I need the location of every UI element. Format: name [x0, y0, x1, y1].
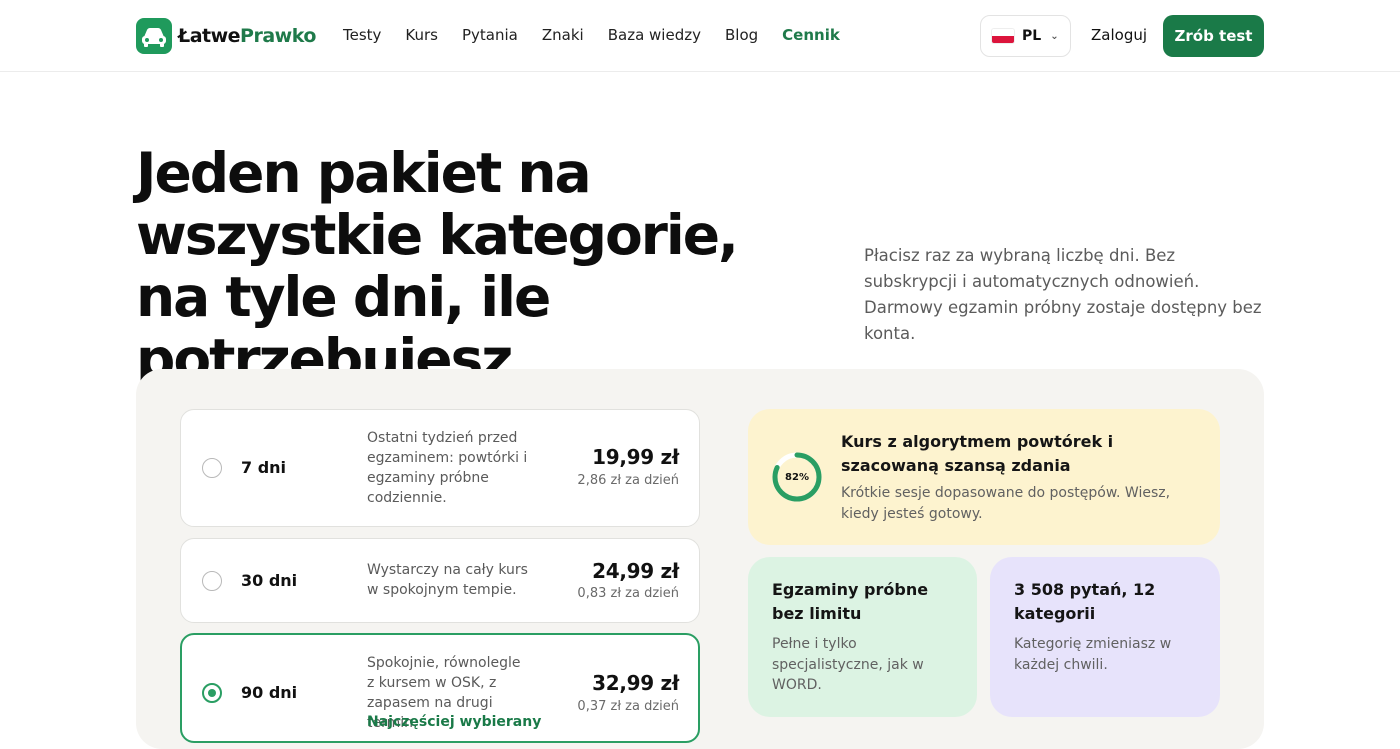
- plan-price-per-day: 0,37 zł za dzień: [577, 699, 679, 714]
- nav-item-blog[interactable]: Blog: [725, 26, 758, 44]
- poland-flag-icon: [992, 29, 1014, 43]
- site-header: ŁatwePrawko Testy Kurs Pytania Znaki Baz…: [0, 0, 1400, 72]
- progress-ring-label: 82%: [785, 471, 809, 483]
- take-test-button[interactable]: Zrób test: [1163, 15, 1264, 57]
- nav-item-kurs[interactable]: Kurs: [405, 26, 438, 44]
- nav-item-cennik[interactable]: Cennik: [782, 26, 840, 44]
- plan-name: 90 dni: [241, 683, 298, 702]
- feature-text: Kategorię zmieniasz w każdej chwili.: [1014, 636, 1172, 673]
- plan-option-30-days[interactable]: 30 dni Wystarczy na cały kurs w spokojny…: [180, 538, 700, 623]
- plan-radio[interactable]: [202, 571, 222, 591]
- plan-description: Ostatni tydzień przed egzaminem: powtórk…: [367, 430, 528, 506]
- feature-title: Kurs z algorytmem powtórek i szacowaną s…: [841, 432, 1114, 475]
- chevron-down-icon: ⌄: [1050, 30, 1059, 42]
- language-code: PL: [1022, 28, 1042, 44]
- nav-item-baza-wiedzy[interactable]: Baza wiedzy: [608, 26, 701, 44]
- main-nav: Testy Kurs Pytania Znaki Baza wiedzy Blo…: [343, 26, 840, 44]
- brand-name: ŁatwePrawko: [178, 25, 316, 47]
- plan-badge: Najczęściej wybierany: [367, 714, 542, 730]
- plan-description: Wystarczy na cały kurs w spokojnym tempi…: [367, 562, 528, 598]
- brand-name-part1: Łatwe: [178, 25, 241, 47]
- nav-item-pytania[interactable]: Pytania: [462, 26, 518, 44]
- plan-name: 30 dni: [241, 571, 298, 590]
- plan-radio[interactable]: [202, 458, 222, 478]
- plan-radio-selected[interactable]: [202, 683, 222, 703]
- language-selector[interactable]: PL ⌄: [980, 15, 1071, 57]
- logo[interactable]: ŁatwePrawko: [136, 18, 316, 54]
- nav-item-testy[interactable]: Testy: [343, 26, 381, 44]
- plan-price: 19,99 zł: [592, 445, 679, 469]
- plan-option-90-days[interactable]: 90 dni Spokojnie, równolegle z kursem w …: [180, 633, 700, 743]
- feature-text: Krótkie sesje dopasowane do postępów. Wi…: [841, 485, 1171, 522]
- brand-name-part2: Prawko: [240, 25, 316, 47]
- plan-price-per-day: 2,86 zł za dzień: [577, 473, 679, 488]
- plan-name: 7 dni: [241, 458, 287, 477]
- plan-price: 24,99 zł: [592, 559, 679, 583]
- plan-price: 32,99 zł: [592, 671, 679, 695]
- plan-option-7-days[interactable]: 7 dni Ostatni tydzień przed egzaminem: p…: [180, 409, 700, 527]
- plan-price-per-day: 0,83 zł za dzień: [577, 586, 679, 601]
- page-subtitle: Płacisz raz za wybraną liczbę dni. Bez s…: [864, 246, 1262, 343]
- page-title: Jeden pakiet na wszystkie kategorie, na …: [136, 141, 739, 391]
- feature-title: 3 508 pytań, 12 kategorii: [1014, 580, 1156, 623]
- login-link[interactable]: Zaloguj: [1091, 26, 1147, 44]
- feature-title: Egzaminy próbne bez limitu: [772, 580, 929, 623]
- nav-item-znaki[interactable]: Znaki: [542, 26, 584, 44]
- car-icon: [136, 18, 172, 54]
- feature-text: Pełne i tylko specjalistyczne, jak w WOR…: [772, 636, 924, 693]
